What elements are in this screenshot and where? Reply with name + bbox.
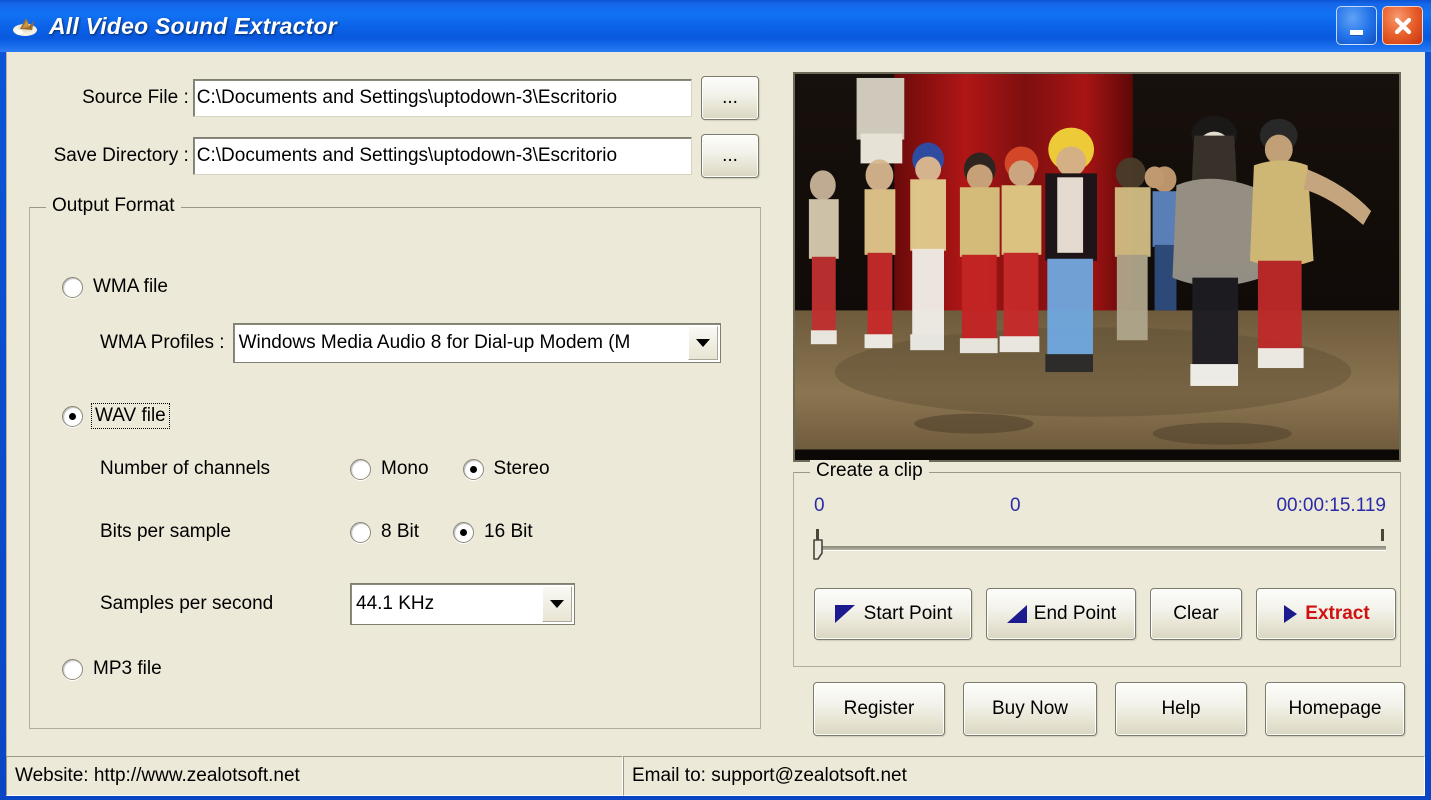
create-clip-group: Create a clip 0 0 00:00:15.119 Start Poi… [793, 460, 1401, 667]
samples-label: Samples per second [100, 593, 274, 614]
close-icon [1394, 17, 1411, 34]
radio-mp3-indicator[interactable] [62, 658, 83, 680]
title-bar[interactable]: All Video Sound Extractor [0, 0, 1431, 52]
slider-tick-end [1381, 529, 1384, 541]
channels-row: Number of channels Mono Stereo [100, 458, 550, 480]
slider-track[interactable] [814, 546, 1386, 551]
clip-duration-time: 00:00:15.119 [1276, 495, 1386, 516]
status-email[interactable]: Email to: support@zealotsoft.net [623, 756, 1425, 796]
radio-wav-label: WAV file [91, 403, 170, 429]
source-file-browse-button[interactable]: ... [701, 76, 759, 120]
action-buttons: Register Buy Now Help Homepage [813, 682, 1405, 736]
clip-buttons: Start Point End Point Clear Extract [814, 588, 1396, 640]
chevron-down-icon[interactable] [687, 326, 718, 360]
output-format-title: Output Format [46, 195, 181, 217]
status-website[interactable]: Website: http://www.zealotsoft.net [6, 756, 623, 796]
source-file-row: Source File : C:\Documents and Settings\… [7, 76, 759, 120]
source-file-input[interactable]: C:\Documents and Settings\uptodown-3\Esc… [192, 79, 693, 117]
application-window: All Video Sound Extractor Source File : … [0, 0, 1431, 800]
end-point-button[interactable]: End Point [986, 588, 1136, 640]
homepage-button[interactable]: Homepage [1265, 682, 1405, 736]
radio-16bit[interactable]: 16 Bit [453, 521, 533, 543]
app-sound-icon [10, 12, 40, 40]
radio-8bit-indicator[interactable] [350, 521, 371, 543]
chevron-down-icon[interactable] [542, 586, 572, 622]
extract-button[interactable]: Extract [1256, 588, 1396, 640]
output-format-group: Output Format WMA file WMA Profiles : Wi… [29, 195, 761, 729]
samples-value: 44.1 KHz [356, 593, 435, 614]
radio-16bit-label: 16 Bit [484, 521, 533, 542]
minimize-button[interactable] [1336, 6, 1377, 45]
clip-current-time: 0 [1010, 495, 1021, 516]
caption-buttons [1336, 6, 1423, 45]
wma-profiles-select[interactable]: Windows Media Audio 8 for Dial-up Modem … [232, 323, 721, 363]
radio-stereo-indicator[interactable] [462, 458, 484, 480]
clear-button[interactable]: Clear [1150, 588, 1242, 640]
radio-wma-indicator[interactable] [62, 276, 83, 298]
save-directory-row: Save Directory : C:\Documents and Settin… [7, 134, 759, 178]
clip-slider[interactable] [812, 529, 1388, 563]
radio-mp3-label: MP3 file [93, 658, 162, 679]
window-title: All Video Sound Extractor [49, 12, 337, 39]
samples-row: Samples per second 44.1 KHz [100, 583, 575, 625]
save-directory-input[interactable]: C:\Documents and Settings\uptodown-3\Esc… [192, 137, 693, 175]
video-preview-frame [795, 74, 1399, 460]
buy-now-button[interactable]: Buy Now [963, 682, 1097, 736]
radio-8bit-label: 8 Bit [381, 521, 420, 542]
radio-16bit-indicator[interactable] [453, 521, 475, 543]
register-button[interactable]: Register [813, 682, 945, 736]
radio-mono[interactable]: Mono [350, 458, 429, 480]
video-preview[interactable] [793, 72, 1401, 462]
radio-8bit[interactable]: 8 Bit [350, 521, 419, 543]
radio-wav-indicator[interactable] [62, 405, 83, 427]
wma-profiles-label: WMA Profiles : [100, 332, 225, 353]
end-point-label: End Point [1033, 603, 1117, 624]
radio-wma-label: WMA file [93, 276, 168, 297]
slider-thumb[interactable] [812, 539, 824, 563]
create-clip-title: Create a clip [810, 460, 929, 482]
wma-profiles-row: WMA Profiles : Windows Media Audio 8 for… [100, 323, 721, 363]
radio-stereo[interactable]: Stereo [462, 458, 550, 480]
source-file-label: Source File : [82, 87, 189, 108]
radio-mp3-file[interactable]: MP3 file [62, 658, 162, 680]
save-directory-browse-button[interactable]: ... [701, 134, 759, 178]
end-point-icon [1006, 605, 1027, 623]
start-point-label: Start Point [863, 603, 953, 624]
play-triangle-icon [1284, 605, 1298, 623]
radio-wav-file[interactable]: WAV file [62, 403, 170, 429]
bits-row: Bits per sample 8 Bit 16 Bit [100, 521, 533, 543]
close-button[interactable] [1382, 6, 1423, 45]
extract-label: Extract [1305, 603, 1370, 624]
radio-stereo-label: Stereo [493, 458, 550, 479]
client-area: Source File : C:\Documents and Settings\… [6, 52, 1425, 794]
start-point-button[interactable]: Start Point [814, 588, 972, 640]
help-button[interactable]: Help [1115, 682, 1247, 736]
samples-select[interactable]: 44.1 KHz [350, 583, 575, 625]
channels-label: Number of channels [100, 458, 271, 479]
save-directory-label: Save Directory : [53, 145, 189, 166]
bits-label: Bits per sample [100, 521, 231, 542]
wma-profiles-value: Windows Media Audio 8 for Dial-up Modem … [238, 332, 631, 353]
radio-mono-label: Mono [381, 458, 429, 479]
radio-wma-file[interactable]: WMA file [62, 276, 168, 298]
clip-start-time: 0 [814, 495, 825, 516]
status-bar: Website: http://www.zealotsoft.net Email… [6, 756, 1425, 796]
radio-mono-indicator[interactable] [350, 458, 371, 480]
start-point-icon [834, 605, 855, 623]
